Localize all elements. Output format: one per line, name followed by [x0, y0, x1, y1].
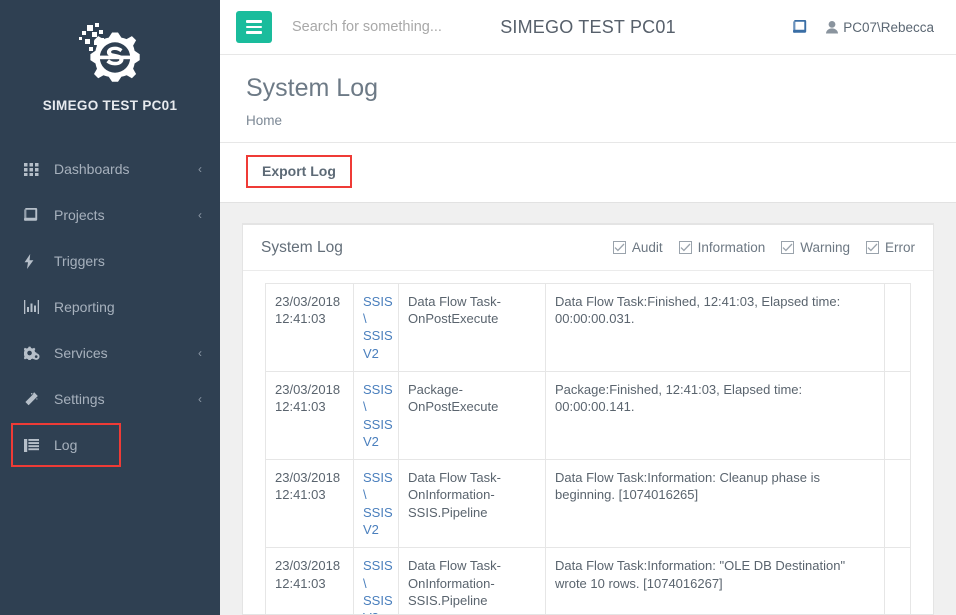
cell-timestamp: 23/03/2018 12:41:03 — [265, 371, 354, 461]
filter-label: Audit — [631, 240, 663, 256]
sidebar-item-settings[interactable]: Settings ‹ — [0, 379, 220, 419]
user-name: PC07\Rebecca — [843, 19, 934, 35]
cell-message: Data Flow Task:Finished, 12:41:03, Elaps… — [545, 282, 885, 373]
filter-label: Information — [697, 240, 766, 256]
cell-event: Package-OnPostExecute — [398, 371, 546, 461]
sidebar-item-label: Log — [54, 437, 78, 453]
source-link[interactable]: SSIS \ SSIS V2 — [363, 294, 393, 361]
chevron-left-icon: ‹ — [198, 346, 202, 360]
sidebar-item-label: Triggers — [54, 253, 105, 269]
checkbox-checked-icon[interactable] — [866, 241, 879, 255]
gears-icon — [24, 345, 44, 361]
hamburger-menu-button[interactable] — [236, 11, 272, 43]
sidebar-item-label: Services — [54, 345, 108, 361]
cell-timestamp: 23/03/2018 12:41:03 — [265, 547, 354, 614]
cell-source: SSIS \ SSIS V2 — [353, 371, 399, 461]
hamburger-bar — [246, 25, 262, 29]
cell-source: SSIS \ SSIS V2 — [353, 459, 399, 549]
cell-event: Data Flow Task-OnPostExecute — [398, 282, 546, 373]
log-level-filters: Audit Information Warning Error — [612, 240, 915, 256]
brand-name: SIMEGO TEST PC01 — [42, 98, 178, 113]
breadcrumb: Home — [246, 113, 956, 128]
page-header: System Log Home — [220, 55, 956, 143]
chevron-left-icon: ‹ — [198, 392, 202, 406]
sidebar-nav: Dashboards ‹ Projects ‹ Triggers Reporti… — [0, 149, 220, 467]
cell-timestamp: 23/03/2018 12:41:03 — [265, 459, 354, 549]
cell-extra — [884, 282, 911, 373]
log-table-body: 23/03/2018 12:41:03 SSIS \ SSIS V2 Data … — [265, 282, 911, 614]
filter-error[interactable]: Error — [866, 240, 915, 255]
panel-title: System Log — [261, 238, 343, 256]
source-link[interactable]: SSIS \ SSIS V2 — [363, 470, 393, 537]
sidebar-item-services[interactable]: Services ‹ — [0, 333, 220, 373]
export-log-button[interactable]: Export Log — [246, 154, 352, 188]
user-icon — [826, 20, 839, 34]
filter-information[interactable]: Information — [678, 240, 766, 256]
sidebar-item-dashboards[interactable]: Dashboards ‹ — [0, 149, 220, 189]
cell-message: Data Flow Task:Information: "OLE DB Dest… — [545, 547, 885, 614]
chart-icon — [24, 299, 44, 315]
hamburger-bar — [246, 31, 262, 34]
table-row[interactable]: 23/03/2018 12:41:03 SSIS \ SSIS V2 Data … — [265, 547, 911, 614]
wand-icon — [24, 391, 44, 407]
table-row[interactable]: 23/03/2018 12:41:03 SSIS \ SSIS V2 Data … — [265, 459, 911, 549]
filter-audit[interactable]: Audit — [612, 240, 663, 256]
table-row[interactable]: 23/03/2018 12:41:03 SSIS \ SSIS V2 Packa… — [265, 371, 911, 461]
system-log-panel: System Log Audit Information Warning Err… — [242, 222, 934, 615]
book-icon[interactable] — [793, 20, 808, 34]
cell-event: Data Flow Task-OnInformation-SSIS.Pipeli… — [398, 547, 546, 614]
grid-icon — [24, 161, 44, 177]
sidebar-item-label: Projects — [54, 207, 105, 223]
bolt-icon — [24, 253, 44, 269]
cell-extra — [884, 459, 911, 549]
gear-s-logo-icon — [74, 22, 146, 84]
chevron-left-icon: ‹ — [198, 162, 202, 176]
sidebar-item-label: Dashboards — [54, 161, 130, 177]
filter-label: Warning — [800, 240, 850, 256]
breadcrumb-home-link[interactable]: Home — [246, 113, 282, 128]
sidebar: SIMEGO TEST PC01 Dashboards ‹ Projects ‹… — [0, 0, 220, 615]
topbar-right: PC07\Rebecca — [793, 20, 934, 35]
cell-message: Package:Finished, 12:41:03, Elapsed time… — [545, 371, 885, 461]
log-table-container: 23/03/2018 12:41:03 SSIS \ SSIS V2 Data … — [243, 271, 933, 614]
checkbox-checked-icon[interactable] — [612, 241, 626, 255]
sidebar-item-log[interactable]: Log — [11, 423, 121, 467]
cell-extra — [884, 547, 911, 614]
cell-timestamp: 23/03/2018 12:41:03 — [265, 282, 354, 373]
brand[interactable]: SIMEGO TEST PC01 — [0, 0, 220, 113]
log-table: 23/03/2018 12:41:03 SSIS \ SSIS V2 Data … — [265, 282, 911, 614]
sidebar-item-label: Settings — [54, 391, 105, 407]
page-title: System Log — [246, 74, 379, 102]
sidebar-item-label: Reporting — [54, 299, 115, 315]
content-area: System Log Audit Information Warning Err… — [220, 202, 956, 615]
filter-label: Error — [885, 240, 915, 256]
list-icon — [24, 437, 44, 453]
book-icon — [24, 207, 44, 223]
cell-event: Data Flow Task-OnInformation-SSIS.Pipeli… — [398, 459, 546, 549]
checkbox-checked-icon[interactable] — [781, 241, 795, 255]
user-menu[interactable]: PC07\Rebecca — [826, 20, 934, 35]
sidebar-item-projects[interactable]: Projects ‹ — [0, 195, 220, 235]
cell-extra — [884, 371, 911, 461]
toolbar: Export Log — [220, 142, 956, 203]
table-row[interactable]: 23/03/2018 12:41:03 SSIS \ SSIS V2 Data … — [265, 282, 911, 373]
sidebar-item-triggers[interactable]: Triggers — [0, 241, 220, 281]
cell-source: SSIS \ SSIS V2 — [353, 282, 399, 373]
cell-source: SSIS \ SSIS V2 — [353, 547, 399, 614]
hamburger-bar — [246, 20, 262, 23]
source-link[interactable]: SSIS \ SSIS V2 — [363, 558, 393, 614]
top-bar: SIMEGO TEST PC01 PC07\Rebecca — [220, 0, 956, 55]
panel-header: System Log Audit Information Warning Err… — [243, 225, 933, 271]
search-input[interactable] — [292, 19, 522, 35]
chevron-left-icon: ‹ — [198, 208, 202, 222]
filter-warning[interactable]: Warning — [781, 240, 850, 255]
main-area: SIMEGO TEST PC01 PC07\Rebecca System Log… — [220, 0, 956, 615]
checkbox-checked-icon[interactable] — [678, 241, 692, 255]
cell-message: Data Flow Task:Information: Cleanup phas… — [545, 459, 885, 549]
source-link[interactable]: SSIS \ SSIS V2 — [363, 382, 393, 449]
sidebar-item-reporting[interactable]: Reporting — [0, 287, 220, 327]
